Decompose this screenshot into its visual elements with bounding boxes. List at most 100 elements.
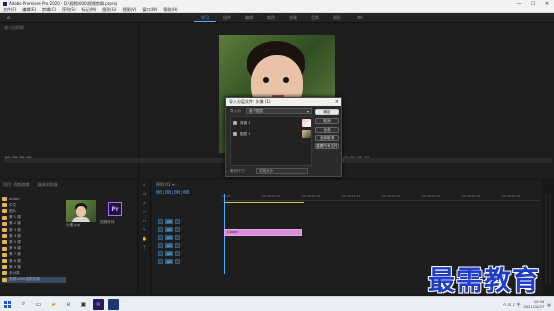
eye-icon[interactable]	[175, 250, 180, 256]
menu-file[interactable]: 文件(F)	[3, 7, 16, 13]
folder-item[interactable]: Anton	[2, 196, 66, 202]
menu-help[interactable]: 帮助(H)	[163, 7, 177, 13]
import-as-select[interactable]: 各个图层	[246, 108, 312, 114]
lock-icon[interactable]	[158, 258, 163, 264]
maximize-button[interactable]: ☐	[526, 1, 540, 7]
menu-graphics[interactable]: 图形(G)	[102, 7, 116, 13]
eye-icon[interactable]	[175, 226, 180, 232]
folder-item[interactable]: 第 5 课	[2, 239, 66, 245]
track-header[interactable]: V1	[158, 234, 220, 240]
layer-thumbnail	[302, 130, 311, 138]
minimize-button[interactable]: —	[512, 1, 526, 7]
eye-icon[interactable]	[175, 242, 180, 248]
eye-icon[interactable]	[175, 218, 180, 224]
tab-assembly[interactable]: 组件	[216, 15, 238, 21]
eye-icon[interactable]	[175, 258, 180, 264]
folder-item[interactable]: 第 4 课	[2, 233, 66, 239]
track-header[interactable]: V3	[158, 218, 220, 224]
folder-item[interactable]: 中文	[2, 202, 66, 208]
tab-audio[interactable]: 音频	[304, 15, 326, 21]
folder-item[interactable]: 第 1 课	[2, 215, 66, 221]
folder-item[interactable]: 视频1000视频剪辑	[2, 276, 66, 283]
reset-all-button[interactable]: 重置所有文件	[315, 143, 339, 149]
lock-icon[interactable]	[158, 226, 163, 232]
track-header[interactable]: A3	[158, 258, 220, 264]
lock-icon[interactable]	[158, 234, 163, 240]
sequence-tab[interactable]: 序列 01 ≡	[156, 182, 175, 188]
layer-row[interactable]: ✓ 背景 1	[233, 118, 311, 128]
track-header[interactable]: A2	[158, 250, 220, 256]
clock[interactable]: 10:54 2021/10/27	[524, 300, 545, 310]
bin-item-sequence[interactable]: Pr 视频序列	[100, 200, 130, 230]
tab-project[interactable]: 项目: 视频剪辑	[3, 182, 30, 188]
razor-tool-icon[interactable]: ✂	[139, 207, 150, 216]
edge-icon[interactable]: e	[63, 299, 74, 310]
folder-item[interactable]: 第 2 课	[2, 221, 66, 227]
timeline-clip[interactable]: Clown	[224, 229, 302, 236]
lock-icon[interactable]	[158, 218, 163, 224]
folder-item[interactable]: 第 9 课	[2, 264, 66, 270]
source-tab[interactable]: 源:(无剪辑)	[4, 25, 24, 31]
workspace-tabs: 学习 组件 编辑 颜色 效果 音频 图形 库	[194, 13, 370, 23]
cancel-button[interactable]: 取消	[315, 118, 339, 124]
track-header[interactable]: A1	[158, 242, 220, 248]
app-taskbar-icon[interactable]	[108, 298, 119, 310]
track-select-tool-icon[interactable]: ⇉	[139, 189, 150, 198]
menu-sequence[interactable]: 序列(S)	[62, 7, 76, 13]
slip-tool-icon[interactable]: ↔	[139, 216, 150, 225]
folder-item[interactable]: 第 3 课	[2, 227, 66, 233]
menu-marker[interactable]: 标记(M)	[82, 7, 97, 13]
lock-icon[interactable]	[158, 250, 163, 256]
tab-editing[interactable]: 编辑	[238, 15, 260, 21]
deselect-all-button[interactable]: 全部取消	[315, 135, 339, 141]
more-workspaces-icon[interactable]: »	[360, 15, 363, 21]
tab-effects[interactable]: 效果	[282, 15, 304, 21]
hand-tool-icon[interactable]: ✋	[139, 234, 150, 243]
selection-tool-icon[interactable]: ▸	[139, 180, 150, 189]
tray-icons[interactable]: ヘ ⊡ ♪ 中	[503, 302, 521, 308]
folder-item[interactable]: 未分类	[2, 270, 66, 276]
time-ruler[interactable]: 00;00 00;00;04;29 00;00;09;29 00;00;14;29 00…	[222, 193, 540, 201]
premiere-taskbar-icon[interactable]: Pr	[93, 298, 104, 310]
menu-window[interactable]: 窗口(W)	[142, 7, 157, 13]
folder-item[interactable]: 第 6 课	[2, 246, 66, 252]
eye-icon[interactable]	[175, 234, 180, 240]
select-all-button[interactable]: 全选	[315, 127, 339, 133]
folder-item[interactable]: 图片	[2, 208, 66, 214]
pen-tool-icon[interactable]: ✎	[139, 225, 150, 234]
tab-learn[interactable]: 学习	[194, 15, 216, 22]
bin-item-image[interactable]: 头像.jpg	[66, 200, 96, 230]
layer-checkbox[interactable]: ✓	[233, 132, 237, 136]
tab-graphics[interactable]: 图形	[326, 15, 348, 21]
track-header[interactable]: V2	[158, 226, 220, 232]
menu-view[interactable]: 视图(V)	[122, 7, 136, 13]
ok-button[interactable]: 确定	[315, 109, 339, 115]
type-tool-icon[interactable]: T	[139, 243, 150, 252]
folder-item[interactable]: 第 7 课	[2, 252, 66, 258]
layer-checkbox[interactable]: ✓	[233, 121, 237, 125]
tab-color[interactable]: 颜色	[260, 15, 282, 21]
image-thumbnail	[66, 200, 96, 222]
folder-item[interactable]: 第 8 课	[2, 258, 66, 264]
home-icon[interactable]: ⌂	[7, 15, 10, 21]
work-area-bar[interactable]	[224, 202, 304, 203]
timeline-timecode[interactable]: 00;00;00;00	[156, 190, 189, 196]
close-button[interactable]: ✕	[540, 1, 554, 7]
dialog-close-icon[interactable]: ×	[335, 98, 339, 106]
tab-media-browser[interactable]: 媒体浏览器	[38, 182, 58, 188]
menu-edit[interactable]: 编辑(E)	[22, 7, 36, 13]
app-window: Adobe Premiere Pro 2020 - D:\视频\000\视频剪辑…	[0, 0, 554, 311]
search-icon[interactable]: ⌕	[18, 299, 29, 310]
footage-dimensions-select[interactable]: 文档大小	[256, 168, 308, 174]
store-icon[interactable]: ▣	[78, 299, 89, 310]
tab-libraries[interactable]: 库	[348, 15, 370, 21]
task-view-icon[interactable]: ▭	[33, 299, 44, 310]
layer-row[interactable]: ✓ 图层 1	[233, 129, 311, 139]
ripple-edit-tool-icon[interactable]: ⟛	[139, 198, 150, 207]
windows-start-icon[interactable]	[0, 297, 14, 311]
folder-icon	[2, 228, 7, 232]
file-explorer-icon[interactable]: ▰	[48, 299, 59, 310]
lock-icon[interactable]	[158, 242, 163, 248]
menu-clip[interactable]: 剪辑(C)	[42, 7, 56, 13]
notification-icon[interactable]: ▤	[547, 302, 551, 307]
